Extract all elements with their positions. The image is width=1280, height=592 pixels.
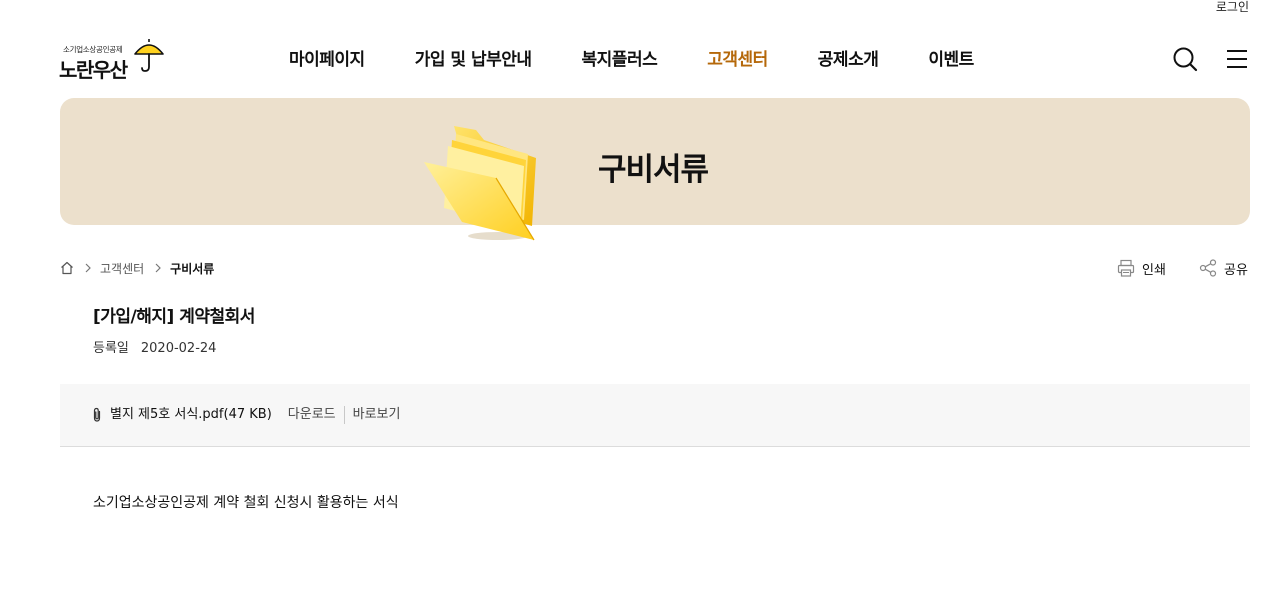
page-title: 구비서류 xyxy=(598,152,709,188)
logo-title: 노란우산 xyxy=(59,58,128,82)
document-meta: 등록일 2020-02-24 xyxy=(93,340,216,358)
share-icon xyxy=(1199,259,1217,277)
home-icon[interactable] xyxy=(60,261,74,275)
download-button[interactable]: 다운로드 xyxy=(280,406,345,424)
printer-icon xyxy=(1117,259,1135,277)
menu-icon[interactable] xyxy=(1224,46,1250,72)
main-nav: 마이페이지 가입 및 납부안내 복지플러스 고객센터 공제소개 이벤트 xyxy=(264,48,999,72)
share-label: 공유 xyxy=(1224,262,1248,278)
nav-item-join[interactable]: 가입 및 납부안내 xyxy=(390,48,557,72)
attachment-file-name[interactable]: 별지 제5호 서식.pdf(47 KB) xyxy=(110,406,272,424)
breadcrumb: 고객센터 구비서류 xyxy=(60,259,214,277)
registered-label: 등록일 xyxy=(93,341,129,356)
attachment-box: 별지 제5호 서식.pdf(47 KB) 다운로드 바로보기 xyxy=(60,384,1250,447)
registered-date: 2020-02-24 xyxy=(140,341,217,356)
breadcrumb-item-customer-center[interactable]: 고객센터 xyxy=(100,260,144,277)
print-button[interactable]: 인쇄 xyxy=(1116,258,1166,278)
nav-item-mypage[interactable]: 마이페이지 xyxy=(264,48,390,72)
folder-icon xyxy=(424,126,536,241)
share-button[interactable]: 공유 xyxy=(1198,258,1248,278)
nav-item-event[interactable]: 이벤트 xyxy=(903,48,998,72)
login-link[interactable]: 로그인 xyxy=(1216,0,1249,14)
print-label: 인쇄 xyxy=(1142,262,1166,278)
document-body: 소기업소상공인공제 계약 철회 신청시 활용하는 서식 xyxy=(93,495,399,511)
document-title: [가입/해지] 계약철회서 xyxy=(93,307,255,327)
chevron-right-icon xyxy=(155,263,162,273)
nav-item-welfare[interactable]: 복지플러스 xyxy=(557,48,683,72)
site-logo[interactable]: 소기업소상공인공제 노란우산 xyxy=(59,38,169,82)
paperclip-icon xyxy=(93,407,101,422)
nav-item-about[interactable]: 공제소개 xyxy=(793,48,904,72)
preview-button[interactable]: 바로보기 xyxy=(345,406,409,424)
attachment-row: 별지 제5호 서식.pdf(47 KB) 다운로드 바로보기 xyxy=(90,406,408,424)
breadcrumb-item-current: 구비서류 xyxy=(170,261,215,276)
nav-item-customer-center[interactable]: 고객센터 xyxy=(682,48,793,72)
chevron-right-icon xyxy=(85,263,91,273)
umbrella-icon xyxy=(134,39,164,72)
search-icon[interactable] xyxy=(1172,46,1198,72)
